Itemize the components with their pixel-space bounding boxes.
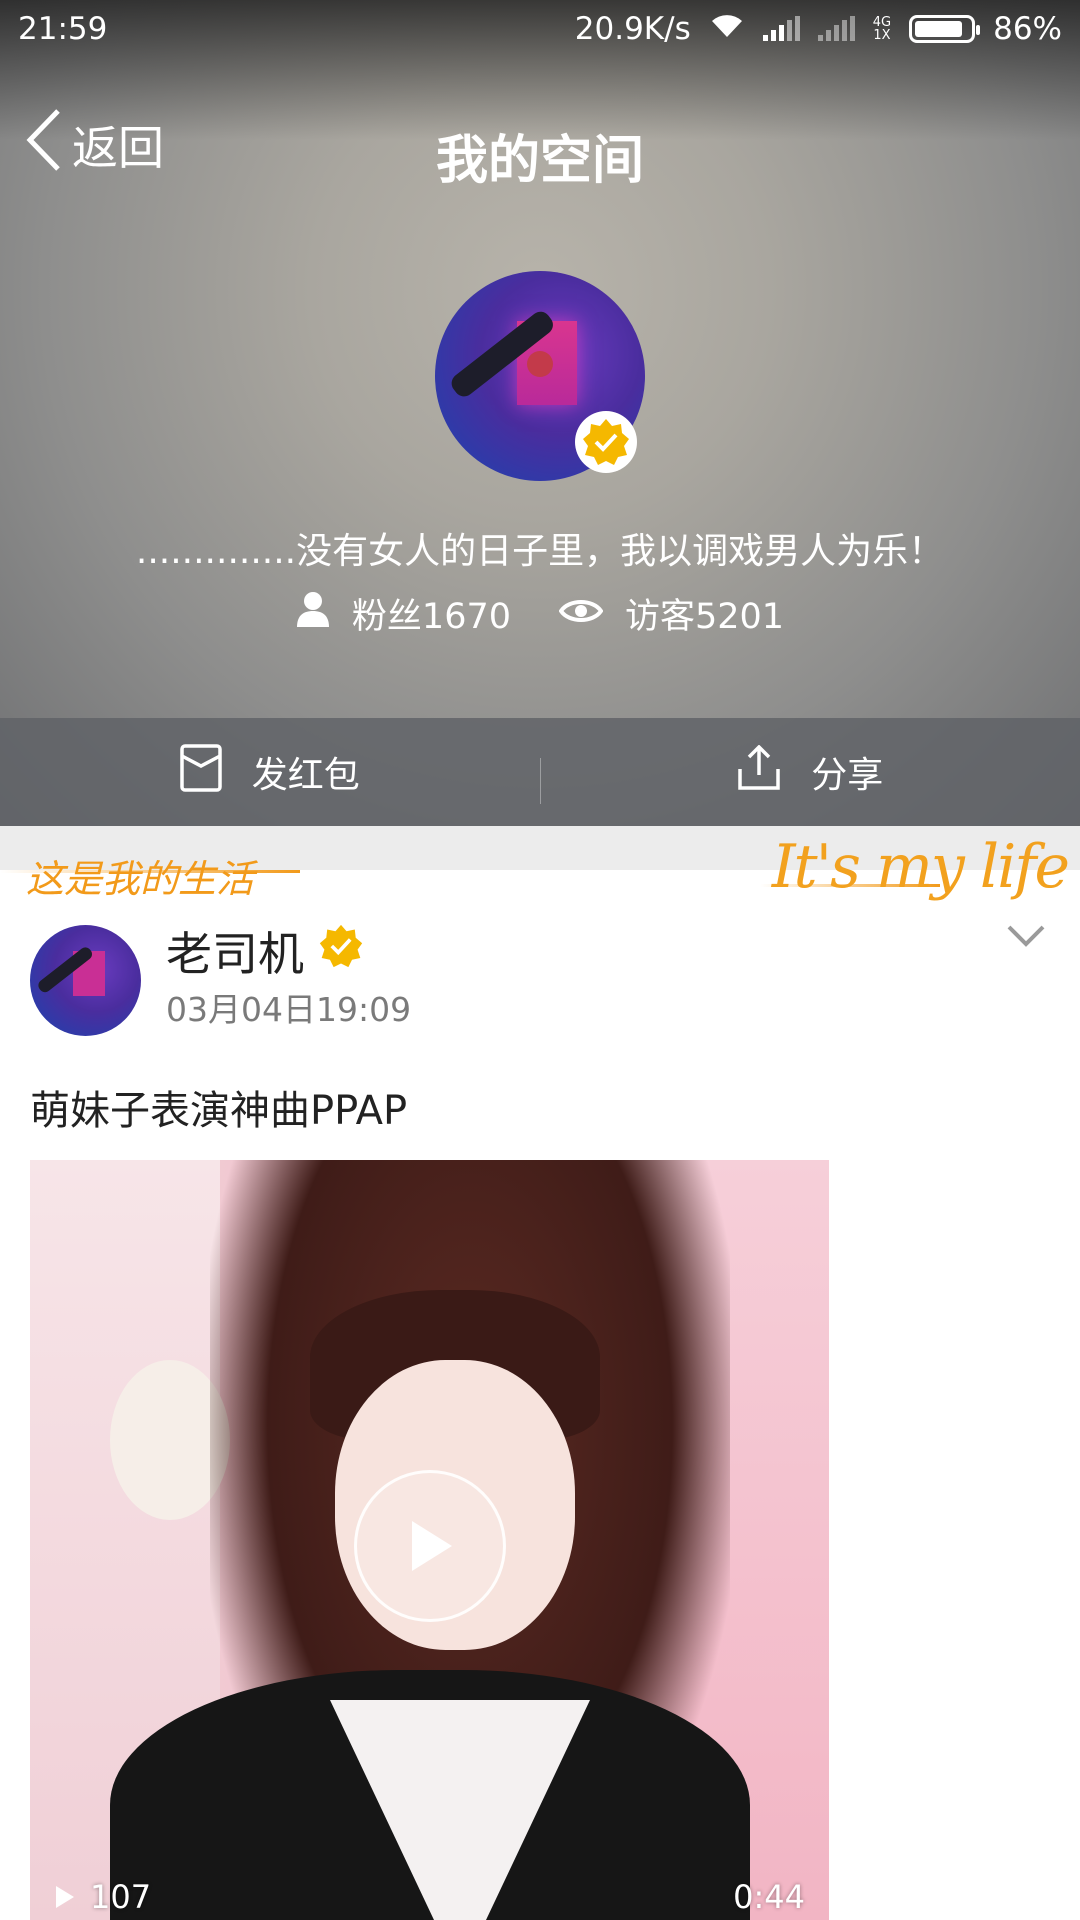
share-button[interactable]: 分享 <box>541 718 1080 826</box>
battery-percent: 86% <box>993 11 1062 47</box>
fans-stat[interactable]: 粉丝1670 <box>296 588 511 639</box>
banner-right-text: It's my life <box>771 832 1070 902</box>
banner-left-text: 这是我的生活 <box>26 857 255 901</box>
play-button[interactable] <box>354 1470 506 1622</box>
status-time: 21:59 <box>18 11 108 47</box>
verified-badge-icon <box>575 411 637 473</box>
play-icon <box>412 1521 452 1571</box>
video-duration: 0:44 <box>733 1878 805 1916</box>
profile-bio: ..............没有女人的日子里，我以调戏男人为乐！ <box>135 531 945 572</box>
battery-icon <box>909 15 981 43</box>
share-label: 分享 <box>811 755 884 796</box>
post-text: 萌妹子表演神曲PPAP <box>30 1088 408 1134</box>
visitors-count: 访客5201 <box>625 597 785 637</box>
verified-badge-icon <box>304 923 364 980</box>
red-packet-label: 发红包 <box>251 755 360 796</box>
profile-stats: 粉丝1670 访客5201 <box>0 588 1080 639</box>
page-title: 我的空间 <box>435 131 644 191</box>
video-play-count: 107 <box>54 1878 151 1916</box>
signal-secondary-icon <box>817 16 855 41</box>
envelope-icon <box>179 743 252 801</box>
status-bar: 21:59 20.9K/s 4G 1X 86% <box>0 0 1080 62</box>
profile-header: 21:59 20.9K/s 4G 1X 86% 返回 我的空间 ........… <box>0 0 1080 826</box>
red-packet-button[interactable]: 发红包 <box>0 718 540 826</box>
visitors-stat[interactable]: 访客5201 <box>558 588 785 639</box>
person-icon <box>296 591 352 636</box>
wifi-icon <box>709 11 745 47</box>
post-video[interactable]: 107 0:44 <box>30 1160 829 1920</box>
post-author-name: 老司机 <box>166 927 304 981</box>
post-author[interactable]: 老司机 <box>166 918 364 984</box>
network-speed: 20.9K/s <box>574 11 691 47</box>
play-count-value: 107 <box>90 1878 152 1916</box>
eye-icon <box>558 594 625 634</box>
share-upload-icon <box>737 744 811 800</box>
fans-count: 粉丝1670 <box>351 597 511 637</box>
play-small-icon <box>56 1886 74 1908</box>
signal-icon <box>762 16 800 41</box>
post-timestamp: 03月04日19:09 <box>166 990 412 1029</box>
post-author-avatar[interactable] <box>30 925 141 1036</box>
chevron-down-icon[interactable] <box>1006 924 1046 952</box>
network-type-label: 4G 1X <box>872 15 892 43</box>
action-bar: 发红包 分享 <box>0 718 1080 826</box>
